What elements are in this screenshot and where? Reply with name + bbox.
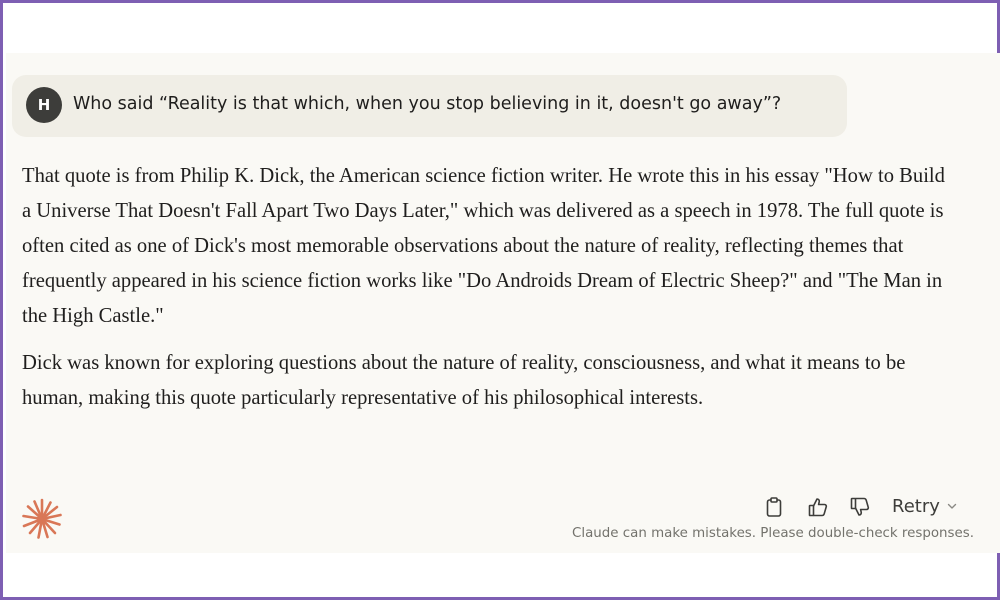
clipboard-icon[interactable] xyxy=(763,496,785,518)
user-message-text: Who said “Reality is that which, when yo… xyxy=(73,94,782,114)
response-paragraph: That quote is from Philip K. Dick, the A… xyxy=(22,165,945,327)
user-avatar[interactable]: H xyxy=(26,87,62,123)
assistant-response: That quote is from Philip K. Dick, the A… xyxy=(22,159,952,428)
response-actions: Retry xyxy=(6,491,1000,523)
retry-label: Retry xyxy=(892,495,940,517)
response-paragraph: Dick was known for exploring questions a… xyxy=(22,352,906,409)
screenshot-frame: H Who said “Reality is that which, when … xyxy=(0,0,1000,600)
chat-area: H Who said “Reality is that which, when … xyxy=(6,53,1000,553)
retry-button[interactable]: Retry xyxy=(892,493,958,519)
disclaimer-text: Claude can make mistakes. Please double-… xyxy=(572,526,974,541)
chevron-down-icon xyxy=(946,496,958,517)
thumbs-up-icon[interactable] xyxy=(807,496,829,518)
thumbs-down-icon[interactable] xyxy=(849,496,871,518)
user-message: H Who said “Reality is that which, when … xyxy=(12,75,847,137)
